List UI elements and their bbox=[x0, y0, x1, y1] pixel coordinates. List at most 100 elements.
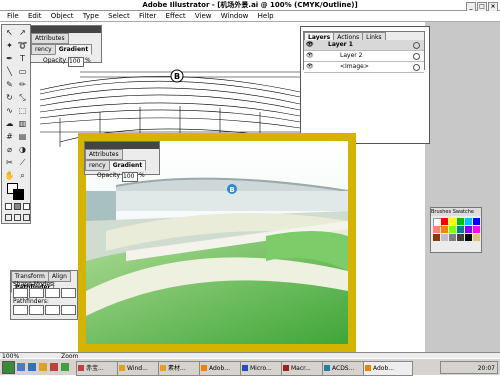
gradient-mode-icon[interactable] bbox=[14, 203, 21, 210]
opacity-input[interactable]: 100 bbox=[122, 172, 138, 182]
folder-icon bbox=[119, 365, 125, 371]
crop-button[interactable] bbox=[61, 305, 76, 315]
menu-effect[interactable]: Effect bbox=[166, 12, 186, 20]
swatch[interactable] bbox=[465, 234, 472, 241]
layer-row[interactable]: 👁 Layer 2 bbox=[304, 51, 424, 62]
opacity-label: Opacity bbox=[43, 57, 67, 64]
layer-row[interactable]: 👁 <Image> bbox=[304, 62, 424, 73]
swatch[interactable] bbox=[449, 234, 456, 241]
zoom-tool-icon[interactable]: ⌕ bbox=[17, 170, 28, 181]
swatches-tab-row[interactable]: Brushes Swatche bbox=[431, 208, 481, 216]
subtract-shape-button[interactable] bbox=[29, 288, 44, 298]
window-title-bar: Adobe Illustrator - [机场外景.ai @ 100% (CMY… bbox=[0, 0, 500, 12]
transparency-palette-float: Attributes rency Gradient Opacity 100% bbox=[84, 141, 160, 182]
hand-tool-icon[interactable]: ✋ bbox=[4, 170, 15, 181]
rotate-tool-icon[interactable]: ↻ bbox=[4, 92, 15, 103]
swatch[interactable] bbox=[433, 226, 440, 233]
taskbar-item-active[interactable]: Adob... bbox=[363, 361, 413, 376]
menu-edit[interactable]: Edit bbox=[28, 12, 42, 20]
graph-tool-icon[interactable]: ▥ bbox=[17, 118, 28, 129]
symbol-sprayer-tool-icon[interactable]: ☁ bbox=[4, 118, 15, 129]
pen-tool-icon[interactable]: ✒ bbox=[4, 53, 15, 64]
eye-icon[interactable]: 👁 bbox=[306, 52, 314, 60]
swatch[interactable] bbox=[433, 234, 440, 241]
palette-titlebar[interactable] bbox=[85, 142, 159, 149]
scale-tool-icon[interactable]: ⤡ bbox=[17, 92, 28, 103]
stroke-color-swatch[interactable] bbox=[13, 189, 24, 200]
divide-button[interactable] bbox=[13, 305, 28, 315]
swatch[interactable] bbox=[473, 218, 480, 225]
start-button-icon[interactable] bbox=[2, 361, 15, 374]
swatch[interactable] bbox=[465, 218, 472, 225]
standard-screen-mode-icon[interactable] bbox=[5, 214, 12, 221]
tab-transparency[interactable]: rency bbox=[31, 44, 56, 55]
taskbar-item-label: Adob... bbox=[209, 365, 231, 372]
paintbrush-tool-icon[interactable]: ✎ bbox=[4, 79, 15, 90]
target-circle-icon[interactable] bbox=[413, 42, 420, 49]
folder-icon[interactable] bbox=[39, 363, 47, 371]
taskbar-item-label: Wind... bbox=[127, 365, 148, 372]
menu-type[interactable]: Type bbox=[83, 12, 99, 20]
scissors-tool-icon[interactable]: ✂ bbox=[4, 157, 15, 168]
mesh-tool-icon[interactable]: # bbox=[4, 131, 15, 142]
free-transform-tool-icon[interactable]: ⬚ bbox=[17, 105, 28, 116]
magic-wand-tool-icon[interactable]: ✦ bbox=[4, 40, 15, 51]
pencil-tool-icon[interactable]: ✏ bbox=[17, 79, 28, 90]
menu-help[interactable]: Help bbox=[258, 12, 274, 20]
swatch[interactable] bbox=[449, 226, 456, 233]
add-shape-button[interactable] bbox=[13, 288, 28, 298]
target-circle-icon[interactable] bbox=[413, 53, 420, 60]
menu-view[interactable]: View bbox=[195, 12, 212, 20]
slice-tool-icon[interactable]: ⟋ bbox=[17, 157, 28, 168]
warp-tool-icon[interactable]: ∿ bbox=[4, 105, 15, 116]
menu-select[interactable]: Select bbox=[108, 12, 130, 20]
quicklaunch-icon[interactable] bbox=[50, 363, 58, 371]
swatch[interactable] bbox=[473, 226, 480, 233]
none-mode-icon[interactable] bbox=[23, 203, 30, 210]
swatch[interactable] bbox=[465, 226, 472, 233]
eyedropper-tool-icon[interactable]: ⌀ bbox=[4, 144, 15, 155]
palette-titlebar[interactable] bbox=[31, 26, 101, 33]
tab-gradient[interactable]: Gradient bbox=[108, 160, 147, 171]
desktop-icon[interactable] bbox=[17, 363, 25, 371]
tab-attributes[interactable]: Attributes bbox=[31, 33, 69, 44]
swatch[interactable] bbox=[457, 218, 464, 225]
swatch[interactable] bbox=[441, 226, 448, 233]
selection-tool-icon[interactable]: ↖ bbox=[4, 27, 15, 38]
merge-button[interactable] bbox=[45, 305, 60, 315]
gradient-tool-icon[interactable]: ▤ bbox=[17, 131, 28, 142]
intersect-shape-button[interactable] bbox=[45, 288, 60, 298]
type-tool-icon[interactable]: T bbox=[17, 53, 28, 64]
menu-window[interactable]: Window bbox=[221, 12, 249, 20]
swatch[interactable] bbox=[457, 226, 464, 233]
tab-gradient[interactable]: Gradient bbox=[54, 44, 93, 55]
layer-row[interactable]: 👁 Layer 1 bbox=[304, 40, 424, 51]
exclude-shape-button[interactable] bbox=[61, 288, 76, 298]
lasso-tool-icon[interactable]: ➰ bbox=[17, 40, 28, 51]
color-mode-icon[interactable] bbox=[5, 203, 12, 210]
line-tool-icon[interactable]: ╲ bbox=[4, 66, 15, 77]
menu-object[interactable]: Object bbox=[51, 12, 74, 20]
menu-file[interactable]: File bbox=[7, 12, 19, 20]
menu-filter[interactable]: Filter bbox=[139, 12, 156, 20]
swatch[interactable] bbox=[441, 218, 448, 225]
swatch[interactable] bbox=[457, 234, 464, 241]
direct-select-tool-icon[interactable]: ↗ bbox=[17, 27, 28, 38]
swatch[interactable] bbox=[473, 234, 480, 241]
tab-attributes[interactable]: Attributes bbox=[85, 149, 123, 160]
opacity-input[interactable]: 100 bbox=[68, 57, 84, 67]
layer-name: Layer 2 bbox=[340, 52, 363, 59]
tab-transparency[interactable]: rency bbox=[85, 160, 110, 171]
eye-icon[interactable]: 👁 bbox=[306, 63, 314, 71]
rectangle-tool-icon[interactable]: ▭ bbox=[17, 66, 28, 77]
target-circle-icon[interactable] bbox=[413, 64, 420, 71]
blend-tool-icon[interactable]: ◑ bbox=[17, 144, 28, 155]
swatch[interactable] bbox=[449, 218, 456, 225]
swatch[interactable] bbox=[441, 234, 448, 241]
quicklaunch-icon[interactable] bbox=[61, 363, 69, 371]
ie-icon[interactable] bbox=[28, 363, 36, 371]
eye-icon[interactable]: 👁 bbox=[306, 41, 314, 49]
trim-button[interactable] bbox=[29, 305, 44, 315]
full-screen-menu-mode-icon[interactable] bbox=[14, 214, 21, 221]
full-screen-mode-icon[interactable] bbox=[23, 214, 30, 221]
